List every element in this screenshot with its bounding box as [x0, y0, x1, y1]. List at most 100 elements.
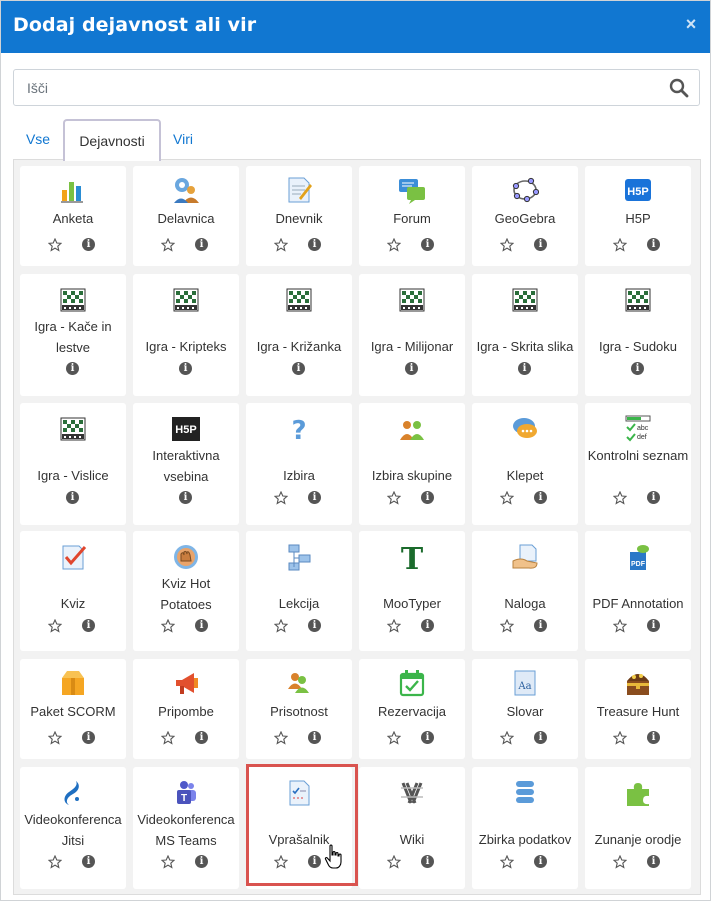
info-icon[interactable]: i: [292, 362, 306, 376]
close-icon[interactable]: ×: [680, 13, 702, 35]
activity-card[interactable]: Anketa i: [20, 166, 126, 266]
star-icon[interactable]: [160, 730, 176, 745]
info-icon[interactable]: i: [647, 619, 661, 633]
info-icon[interactable]: i: [421, 238, 435, 252]
info-icon[interactable]: i: [308, 619, 322, 633]
info-icon[interactable]: i: [82, 855, 96, 869]
activity-card[interactable]: Klepet i: [472, 403, 578, 525]
info-icon[interactable]: i: [421, 491, 435, 505]
activity-card[interactable]: Prisotnost i: [246, 659, 352, 759]
info-icon[interactable]: i: [647, 238, 661, 252]
activity-card[interactable]: Treasure Hunt i: [585, 659, 691, 759]
star-icon[interactable]: [47, 730, 63, 745]
star-icon[interactable]: [160, 618, 176, 633]
info-icon[interactable]: i: [647, 491, 661, 505]
info-icon[interactable]: i: [421, 855, 435, 869]
activity-card[interactable]: Igra - Kripteks i: [133, 274, 239, 396]
activity-card[interactable]: H5P H5P i: [585, 166, 691, 266]
star-icon[interactable]: [612, 618, 628, 633]
tab-activities[interactable]: Dejavnosti: [63, 119, 161, 161]
activity-card[interactable]: Igra - Križanka i: [246, 274, 352, 396]
info-icon[interactable]: i: [631, 362, 645, 376]
star-icon[interactable]: [47, 854, 63, 869]
activity-card[interactable]: ? Izbira i: [246, 403, 352, 525]
info-icon[interactable]: i: [534, 619, 548, 633]
info-icon[interactable]: i: [82, 619, 96, 633]
activity-card[interactable]: Lekcija i: [246, 531, 352, 651]
star-icon[interactable]: [47, 237, 63, 252]
info-icon[interactable]: i: [66, 491, 80, 505]
tab-resources[interactable]: Viri: [163, 119, 203, 160]
activity-card[interactable]: Dnevnik i: [246, 166, 352, 266]
info-icon[interactable]: i: [308, 491, 322, 505]
activity-card[interactable]: Kviz i: [20, 531, 126, 651]
star-icon[interactable]: [386, 730, 402, 745]
activity-card[interactable]: PDF PDF Annotation i: [585, 531, 691, 651]
info-icon[interactable]: i: [66, 362, 80, 376]
activity-card[interactable]: Igra - Kače in lestve i: [20, 274, 126, 396]
star-icon[interactable]: [499, 490, 515, 505]
search-icon[interactable]: [669, 78, 689, 98]
info-icon[interactable]: i: [82, 731, 96, 745]
star-icon[interactable]: [612, 854, 628, 869]
activity-card[interactable]: T Videokonferenca MS Teams i: [133, 767, 239, 889]
star-icon[interactable]: [160, 854, 176, 869]
star-icon[interactable]: [273, 618, 289, 633]
star-icon[interactable]: [273, 730, 289, 745]
info-icon[interactable]: i: [179, 362, 193, 376]
activity-card[interactable]: Kviz Hot Potatoes i: [133, 531, 239, 651]
star-icon[interactable]: [612, 490, 628, 505]
info-icon[interactable]: i: [195, 855, 209, 869]
info-icon[interactable]: i: [647, 731, 661, 745]
star-icon[interactable]: [273, 237, 289, 252]
info-icon[interactable]: i: [308, 238, 322, 252]
activity-card[interactable]: Aa Slovar i: [472, 659, 578, 759]
activity-card[interactable]: Rezervacija i: [359, 659, 465, 759]
star-icon[interactable]: [386, 618, 402, 633]
activity-card[interactable]: Igra - Sudoku i: [585, 274, 691, 396]
star-icon[interactable]: [499, 854, 515, 869]
activity-card[interactable]: T MooTyper i: [359, 531, 465, 651]
activity-card[interactable]: Wiki i: [359, 767, 465, 889]
info-icon[interactable]: i: [534, 491, 548, 505]
activity-card[interactable]: Delavnica i: [133, 166, 239, 266]
activity-card[interactable]: Izbira skupine i: [359, 403, 465, 525]
tab-all[interactable]: Vse: [13, 119, 63, 160]
star-icon[interactable]: [273, 490, 289, 505]
activity-card[interactable]: H5P Interaktivna vsebina i: [133, 403, 239, 525]
star-icon[interactable]: [612, 730, 628, 745]
info-icon[interactable]: i: [195, 238, 209, 252]
info-icon[interactable]: i: [534, 731, 548, 745]
info-icon[interactable]: i: [647, 855, 661, 869]
info-icon[interactable]: i: [421, 619, 435, 633]
star-icon[interactable]: [160, 237, 176, 252]
info-icon[interactable]: i: [82, 238, 96, 252]
activity-card[interactable]: Naloga i: [472, 531, 578, 651]
activity-card[interactable]: Igra - Skrita slika i: [472, 274, 578, 396]
star-icon[interactable]: [499, 730, 515, 745]
activity-card[interactable]: Igra - Milijonar i: [359, 274, 465, 396]
star-icon[interactable]: [499, 237, 515, 252]
activity-card[interactable]: Vprašalnik i: [246, 767, 352, 889]
info-icon[interactable]: i: [195, 731, 209, 745]
activity-card[interactable]: Igra - Vislice i: [20, 403, 126, 525]
search-input[interactable]: [14, 70, 634, 105]
star-icon[interactable]: [499, 618, 515, 633]
activity-card[interactable]: Forum i: [359, 166, 465, 266]
info-icon[interactable]: i: [195, 619, 209, 633]
star-icon[interactable]: [386, 854, 402, 869]
activity-card[interactable]: abc def Kontrolni seznam i: [585, 403, 691, 525]
info-icon[interactable]: i: [308, 731, 322, 745]
info-icon[interactable]: i: [405, 362, 419, 376]
activity-card[interactable]: Zunanje orodje i: [585, 767, 691, 889]
activity-card[interactable]: Paket SCORM i: [20, 659, 126, 759]
activity-card[interactable]: Videokonferenca Jitsi i: [20, 767, 126, 889]
info-icon[interactable]: i: [421, 731, 435, 745]
star-icon[interactable]: [612, 237, 628, 252]
star-icon[interactable]: [386, 490, 402, 505]
info-icon[interactable]: i: [308, 855, 322, 869]
activity-card[interactable]: GeoGebra i: [472, 166, 578, 266]
star-icon[interactable]: [47, 618, 63, 633]
activity-card[interactable]: Pripombe i: [133, 659, 239, 759]
activity-card[interactable]: Zbirka podatkov i: [472, 767, 578, 889]
